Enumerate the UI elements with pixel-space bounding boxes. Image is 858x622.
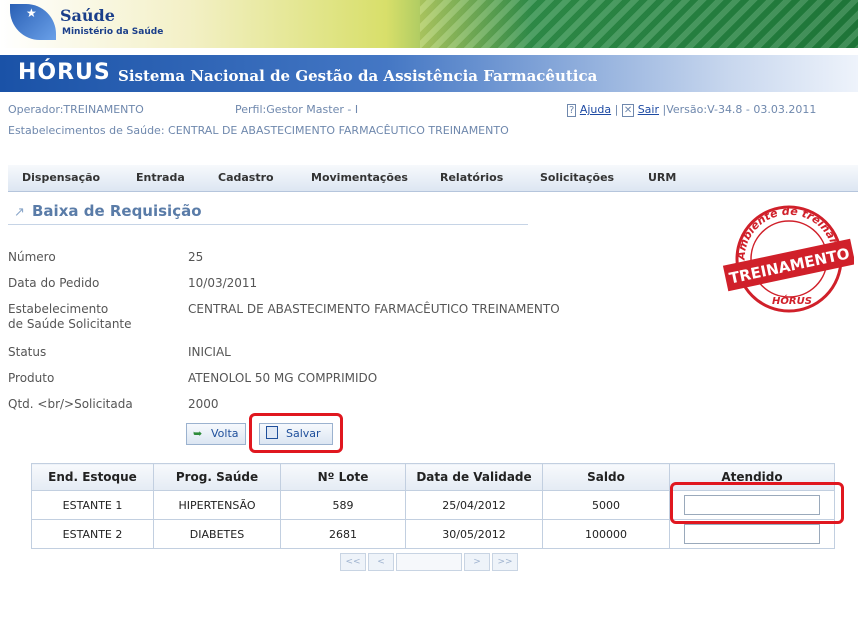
estabelecimento-label-1: Estabelecimento [8,302,109,316]
version-text: |Versão:V-34.8 - 03.03.2011 [662,103,817,116]
pager-last-button[interactable]: >> [492,553,518,571]
banner-decoration [420,0,858,48]
cell-saldo: 5000 [542,490,670,520]
salvar-highlight [249,413,343,453]
cell-data-validade: 30/05/2012 [405,519,543,549]
pager-prev-button[interactable]: < [368,553,394,571]
qtd-value: 2000 [188,397,219,411]
numero-label: Número [8,250,56,264]
separator: | [614,103,619,116]
logout-link[interactable]: Sair [638,103,659,116]
col-prog-saude[interactable]: Prog. Saúde [153,463,281,491]
col-end-estoque[interactable]: End. Estoque [31,463,154,491]
data-pedido-label: Data do Pedido [8,276,100,290]
arrow-icon: ↗ [14,205,25,220]
menu-dispensacao[interactable]: Dispensação [22,171,100,184]
cell-saldo: 100000 [542,519,670,549]
cell-data-validade: 25/04/2012 [405,490,543,520]
col-saldo[interactable]: Saldo [542,463,670,491]
numero-value: 25 [188,250,204,264]
cell-end-estoque: ESTANTE 1 [31,490,154,520]
status-label: Status [8,345,47,359]
star-icon: ★ [26,6,37,20]
page-header: ↗ Baixa de Requisição [8,200,528,225]
help-link[interactable]: Ajuda [580,103,611,116]
atendido-input-2[interactable] [684,524,820,544]
voltar-button[interactable]: ➥ Volta [186,423,246,445]
logo-saude-text: Saúde [60,6,115,25]
menu-relatorios[interactable]: Relatórios [440,171,503,184]
menu-solicitacoes[interactable]: Solicitações [540,171,614,184]
pager-page-display [396,553,462,571]
cell-end-estoque: ESTANTE 2 [31,519,154,549]
close-icon: ✕ [621,104,635,117]
back-arrow-icon: ➥ [193,427,203,440]
establishment-info: Estabelecimentos de Saúde: CENTRAL DE AB… [8,124,509,137]
pager-next-button[interactable]: > [464,553,490,571]
qtd-label: Qtd. <br/>Solicitada [8,397,133,411]
estabelecimento-value: CENTRAL DE ABASTECIMENTO FARMACÊUTICO TR… [188,302,560,316]
col-lote[interactable]: Nº Lote [280,463,406,491]
atendido-highlight [670,482,844,524]
produto-label: Produto [8,371,55,385]
main-menu: Dispensação Entrada Cadastro Movimentaçõ… [8,165,858,192]
top-banner: ★ Saúde Ministério da Saúde [0,0,858,48]
cell-lote: 2681 [280,519,406,549]
system-title: Sistema Nacional de Gestão da Assistênci… [118,67,598,85]
system-titlebar: HÓRUS Sistema Nacional de Gestão da Assi… [0,55,858,92]
menu-movimentacoes[interactable]: Movimentações [311,171,408,184]
estabelecimento-label-2: de Saúde Solicitante [8,317,132,331]
help-area: ? Ajuda | ✕ Sair |Versão:V-34.8 - 03.03.… [567,103,817,117]
logo-ministerio-text: Ministério da Saúde [62,27,164,37]
menu-cadastro[interactable]: Cadastro [218,171,274,184]
produto-value: ATENOLOL 50 MG COMPRIMIDO [188,371,378,385]
voltar-label: Volta [211,427,239,440]
pager-first-button[interactable]: << [340,553,366,571]
data-pedido-value: 10/03/2011 [188,276,258,290]
cell-prog-saude: HIPERTENSÃO [153,490,281,520]
pagination: << < > >> [340,553,530,571]
cell-prog-saude: DIABETES [153,519,281,549]
perfil-text: Perfil:Gestor Master - I [235,103,359,116]
cell-lote: 589 [280,490,406,520]
app-name: HÓRUS [18,60,111,85]
menu-urm[interactable]: URM [648,171,676,184]
page-title: Baixa de Requisição [32,202,202,220]
menu-entrada[interactable]: Entrada [136,171,185,184]
status-value: INICIAL [188,345,231,359]
training-stamp-icon: Ambiente de treinamento TREINAMENTO HÓRU… [720,194,854,313]
col-data-validade[interactable]: Data de Validade [405,463,543,491]
help-icon: ? [567,104,577,117]
operador-text: Operador:TREINAMENTO [8,103,144,116]
stamp-bottom-text: HÓRUS [772,294,812,307]
